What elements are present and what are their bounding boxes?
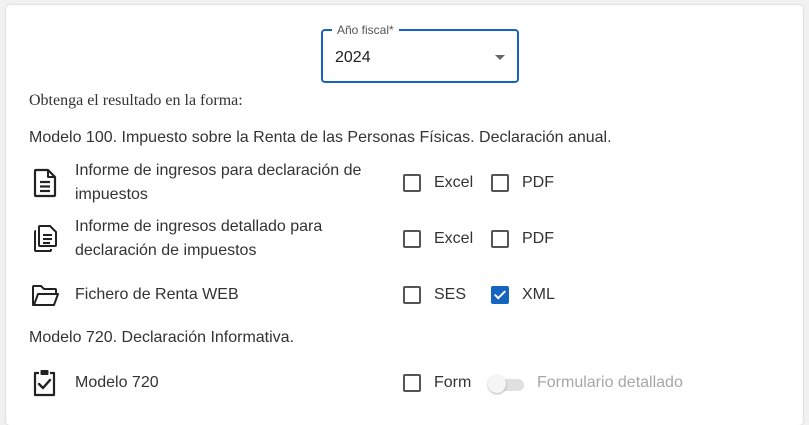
toggle-label: Formulario detallado <box>537 374 683 391</box>
fiscal-year-select[interactable]: Año fiscal* 2024 <box>321 22 519 83</box>
intro-text: Obtenga el resultado en la forma: <box>29 92 243 109</box>
section-title-modelo-720: Modelo 720. Declaración Informativa. <box>29 329 295 346</box>
checkbox-xml[interactable]: XML <box>491 283 555 307</box>
checkbox-box[interactable] <box>403 374 421 392</box>
checkbox-box[interactable] <box>403 230 421 248</box>
checkbox-box-checked[interactable] <box>491 286 509 304</box>
checkbox-box[interactable] <box>403 174 421 192</box>
checkbox-box[interactable] <box>491 174 509 192</box>
dropdown-arrow-icon <box>495 55 505 60</box>
document-icon <box>31 168 59 198</box>
row-label-fichero-renta: Fichero de Renta WEB <box>75 286 239 303</box>
checkbox-pdf[interactable]: PDF <box>491 171 554 195</box>
checkbox-box[interactable] <box>491 230 509 248</box>
row-label-modelo-720: Modelo 720 <box>75 374 159 391</box>
toggle-thumb[interactable] <box>488 375 506 393</box>
folder-open-icon <box>31 281 59 311</box>
row-label-informe-detallado: Informe de ingresos detallado para decla… <box>75 218 323 259</box>
clipboard-check-icon <box>31 368 59 398</box>
option-label: Excel <box>434 174 474 191</box>
checkbox-excel[interactable]: Excel <box>403 171 473 195</box>
checkbox-form[interactable]: Form <box>403 371 471 395</box>
fiscal-year-label: Año fiscal* <box>332 22 399 38</box>
row-label-informe-ingresos: Informe de ingresos para declaración de … <box>75 162 362 203</box>
option-label: PDF <box>522 174 554 191</box>
documents-stack-icon <box>31 224 59 254</box>
checkbox-pdf[interactable]: PDF <box>491 227 554 251</box>
option-label: Excel <box>434 230 474 247</box>
checkbox-box[interactable] <box>403 286 421 304</box>
checkbox-excel[interactable]: Excel <box>403 227 473 251</box>
detailed-form-toggle[interactable] <box>488 374 526 394</box>
option-label: PDF <box>522 230 554 247</box>
fiscal-year-value: 2024 <box>335 49 371 66</box>
checkbox-ses[interactable]: SES <box>403 283 466 307</box>
section-title-modelo-100: Modelo 100. Impuesto sobre la Renta de l… <box>29 129 612 146</box>
option-label: SES <box>434 286 467 303</box>
option-label: XML <box>522 286 555 303</box>
option-label: Form <box>434 374 472 391</box>
